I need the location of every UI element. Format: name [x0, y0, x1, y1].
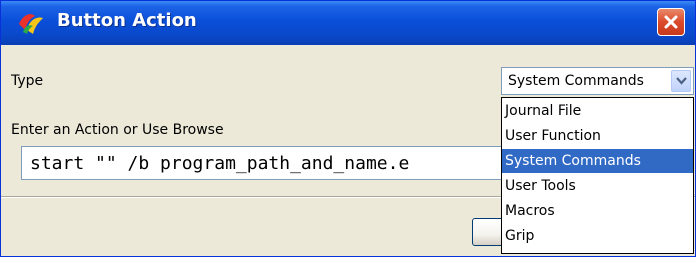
app-logo-icon: [19, 14, 43, 34]
button-action-dialog: Button Action Type System Commands Enter…: [0, 0, 696, 257]
close-icon: [664, 15, 678, 29]
type-select[interactable]: System Commands: [501, 67, 694, 95]
chevron-down-icon: [676, 77, 687, 85]
dropdown-option-user-function[interactable]: User Function: [502, 124, 693, 148]
window-title: Button Action: [57, 10, 197, 31]
close-button[interactable]: [657, 8, 685, 36]
action-input-value: start "" /b program_path_and_name.e: [30, 153, 410, 174]
dropdown-option-journal-file[interactable]: Journal File: [502, 99, 693, 123]
dropdown-option-grip[interactable]: Grip: [502, 224, 693, 248]
type-dropdown-list[interactable]: Journal File User Function System Comman…: [501, 97, 694, 254]
action-label: Enter an Action or Use Browse: [11, 122, 224, 138]
dropdown-option-user-tools[interactable]: User Tools: [502, 174, 693, 198]
type-label: Type: [11, 73, 44, 89]
dropdown-option-macros[interactable]: Macros: [502, 199, 693, 223]
dropdown-option-system-commands[interactable]: System Commands: [502, 149, 693, 173]
type-select-arrow-button[interactable]: [671, 70, 691, 92]
title-bar[interactable]: Button Action: [1, 1, 695, 45]
type-select-value: System Commands: [508, 73, 644, 89]
action-input[interactable]: start "" /b program_path_and_name.e: [21, 146, 508, 180]
